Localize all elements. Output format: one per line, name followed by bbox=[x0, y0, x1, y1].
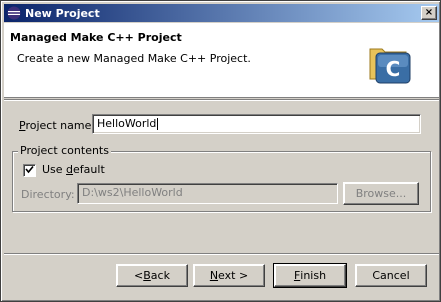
checkmark-icon bbox=[25, 164, 34, 177]
cancel-button[interactable]: Cancel bbox=[355, 264, 427, 287]
project-contents-legend: Project contents bbox=[18, 144, 111, 157]
directory-input: D:\ws2\HelloWorld bbox=[77, 183, 338, 204]
window-title: New Project bbox=[25, 6, 100, 20]
browse-button: Browse... bbox=[343, 182, 419, 205]
close-button[interactable]: × bbox=[421, 6, 437, 20]
directory-label: Directory: bbox=[21, 188, 75, 201]
next-button[interactable]: Next > bbox=[193, 264, 265, 287]
use-default-label[interactable]: Use default bbox=[42, 163, 105, 176]
cpp-project-icon: C bbox=[366, 39, 412, 85]
svg-text:C: C bbox=[386, 57, 401, 81]
header-separator bbox=[4, 99, 439, 101]
title-bar[interactable]: New Project × bbox=[4, 4, 439, 22]
close-icon: × bbox=[424, 7, 434, 18]
project-name-label: Project name: bbox=[19, 119, 96, 132]
new-project-dialog: New Project × Managed Make C++ Project C… bbox=[0, 0, 441, 302]
wizard-header: Managed Make C++ Project Create a new Ma… bbox=[4, 23, 439, 98]
footer-separator bbox=[4, 253, 439, 255]
project-name-input[interactable]: HelloWorld bbox=[92, 114, 421, 134]
wizard-title: Managed Make C++ Project bbox=[10, 31, 182, 44]
use-default-checkbox[interactable] bbox=[23, 164, 36, 177]
eclipse-icon bbox=[6, 5, 22, 21]
wizard-description: Create a new Managed Make C++ Project. bbox=[17, 52, 251, 65]
finish-button[interactable]: Finish bbox=[273, 263, 347, 288]
back-button[interactable]: < Back bbox=[116, 264, 188, 287]
